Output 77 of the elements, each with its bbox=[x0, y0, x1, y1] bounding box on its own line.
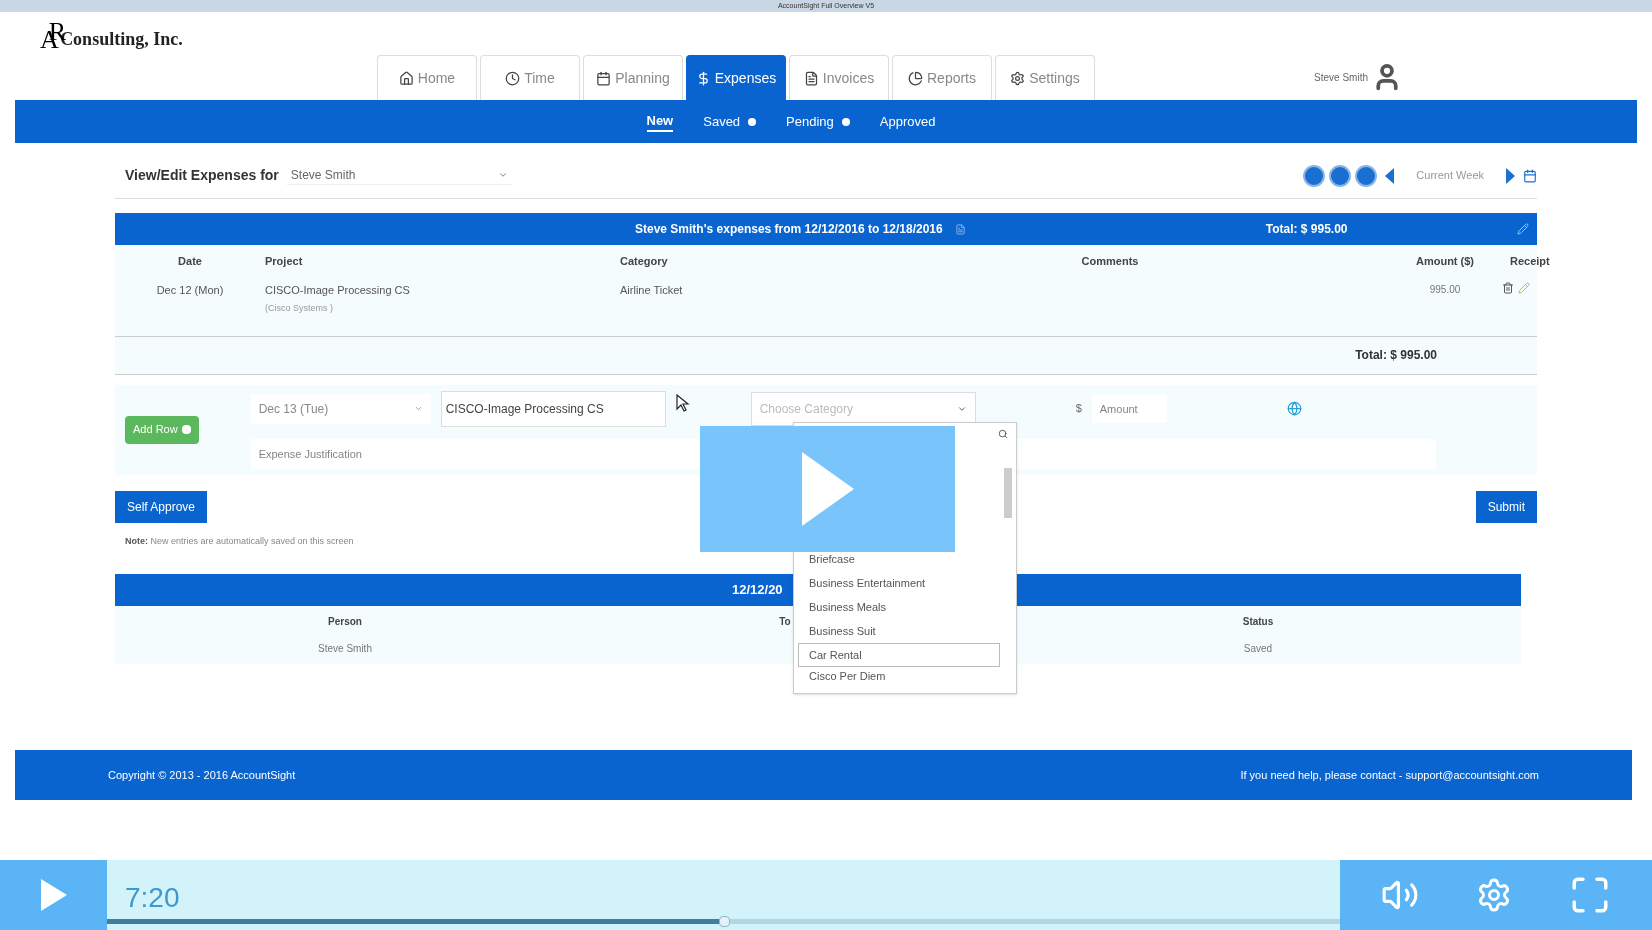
table-cell-text: CISCO-Image Processing CS bbox=[265, 282, 411, 298]
note-text: Note: New entries are automatically saved on this screen bbox=[125, 534, 355, 548]
video-play-overlay[interactable] bbox=[700, 426, 955, 552]
circle-action-icon[interactable] bbox=[1329, 164, 1352, 187]
sub-nav-tab[interactable]: Approved bbox=[879, 111, 936, 132]
dropdown-option[interactable]: Business Suit bbox=[798, 619, 1000, 643]
dropdown-option[interactable]: Car Rental bbox=[798, 643, 1000, 667]
scrollbar-thumb bbox=[1004, 468, 1012, 518]
playback-time: 7:20 bbox=[125, 881, 180, 915]
current-week-label[interactable]: Current Week bbox=[1416, 167, 1484, 184]
pie-icon bbox=[908, 70, 923, 86]
dropdown-option[interactable]: Business Entertainment bbox=[798, 571, 1000, 595]
play-icon bbox=[801, 452, 854, 526]
help-text: If you need help, please contact - support@accountsight.com bbox=[1240, 767, 1539, 783]
cursor-icon bbox=[676, 394, 690, 412]
play-button[interactable] bbox=[0, 860, 107, 930]
header-total: Total: $ 995.00 bbox=[1265, 221, 1348, 238]
edit-icon[interactable] bbox=[1517, 223, 1529, 235]
clock-icon bbox=[505, 70, 521, 86]
copyright-text: Copyright © 2013 - 2016 AccountSight bbox=[108, 767, 296, 783]
view-label: View/Edit Expenses for bbox=[125, 166, 279, 185]
user-name: Steve Smith bbox=[1314, 70, 1368, 85]
table-cell-text: Steve Smith bbox=[318, 642, 372, 656]
nav-tab[interactable]: Reports bbox=[892, 55, 992, 100]
settings-icon[interactable] bbox=[1476, 877, 1512, 913]
client-name: (Cisco Systems ) bbox=[265, 302, 334, 315]
sub-nav-tab[interactable]: Saved bbox=[703, 111, 757, 132]
dropdown-option[interactable]: Business Meals bbox=[798, 595, 1000, 619]
date-select[interactable]: Dec 13 (Tue) bbox=[250, 393, 431, 424]
calendar-icon bbox=[596, 70, 612, 86]
table-cell-text: Dec 12 (Mon) bbox=[155, 282, 225, 298]
table-cell-text: Airline Ticket bbox=[620, 282, 684, 298]
dropdown-option[interactable]: Cisco Per Diem bbox=[798, 667, 1000, 691]
globe-icon[interactable] bbox=[1286, 401, 1302, 416]
caret-icon bbox=[497, 170, 508, 180]
table-cell-text: 995.00 bbox=[1428, 282, 1462, 297]
table-cell-text: Saved bbox=[1243, 642, 1273, 656]
circle-action-icon[interactable] bbox=[1303, 164, 1326, 187]
previous-week-icon[interactable] bbox=[1385, 167, 1395, 184]
play-icon bbox=[40, 879, 67, 911]
summary-title: 12/12/20 bbox=[732, 581, 783, 600]
column-header: Project bbox=[265, 254, 304, 269]
progress-handle[interactable] bbox=[718, 916, 730, 927]
currency-sign: $ bbox=[1075, 401, 1082, 417]
submit-button[interactable]: Submit bbox=[1475, 490, 1537, 523]
column-header: Person bbox=[328, 615, 362, 629]
nav-tab[interactable]: Expenses bbox=[686, 55, 786, 100]
nav-tab[interactable]: Time bbox=[480, 55, 580, 100]
circle-action-icon[interactable] bbox=[1355, 164, 1378, 187]
trash-icon[interactable] bbox=[1501, 281, 1514, 294]
search-icon bbox=[998, 429, 1008, 439]
column-header: Receipt bbox=[1510, 254, 1550, 269]
employee-select[interactable]: Steve Smith bbox=[286, 166, 512, 185]
nav-tab[interactable]: Planning bbox=[583, 55, 683, 100]
next-week-icon[interactable] bbox=[1506, 167, 1515, 184]
caret-icon bbox=[413, 404, 423, 413]
column-header: Category bbox=[620, 254, 669, 269]
column-header: Amount ($) bbox=[1414, 254, 1475, 269]
column-header: Date bbox=[177, 254, 203, 269]
file-icon bbox=[803, 70, 819, 86]
expenses-title: Steve Smith's expenses from 12/12/2016 to 12/18/2016 bbox=[635, 221, 943, 238]
self-approve-button[interactable]: Self Approve bbox=[115, 490, 208, 523]
note-icon bbox=[954, 223, 966, 235]
column-header: Comments bbox=[1080, 254, 1140, 269]
expenses-total: Total: $ 995.00 bbox=[1355, 347, 1437, 364]
progress-track[interactable] bbox=[107, 919, 1340, 924]
column-header: To bbox=[779, 615, 791, 629]
sub-nav-tab[interactable]: New bbox=[646, 110, 674, 133]
calendar-icon[interactable] bbox=[1523, 168, 1537, 183]
amount-field[interactable]: Amount bbox=[1091, 394, 1167, 423]
nav-tab[interactable]: Invoices bbox=[789, 55, 889, 100]
sub-nav-tab[interactable]: Pending bbox=[786, 111, 850, 132]
column-header: Status bbox=[1242, 615, 1274, 629]
project-field[interactable]: CISCO-Image Processing CS bbox=[440, 390, 666, 427]
nav-tab[interactable]: Home bbox=[377, 55, 477, 100]
nav-tab[interactable]: Settings bbox=[995, 55, 1095, 100]
home-icon bbox=[398, 70, 414, 86]
